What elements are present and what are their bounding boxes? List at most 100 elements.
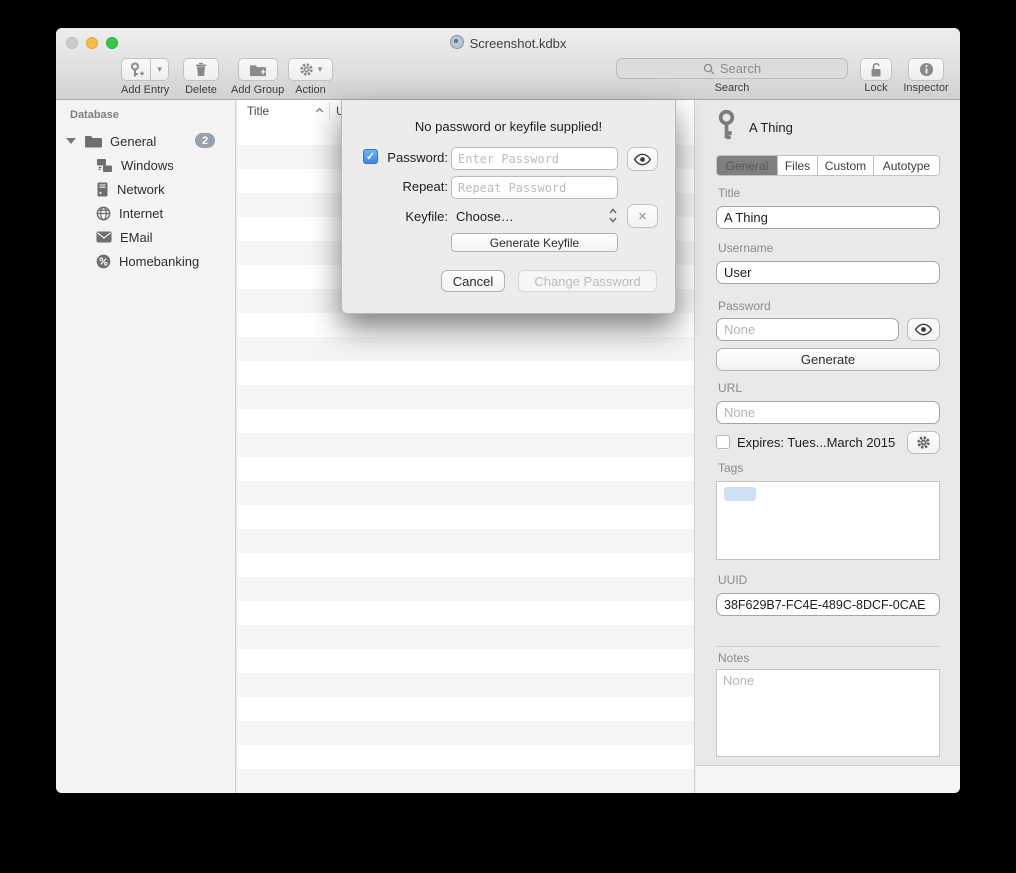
eye-icon	[633, 153, 652, 166]
window-header: Screenshot.kdbx ▾ Add Entry	[56, 28, 960, 100]
password-input[interactable]	[716, 318, 899, 341]
key-plus-icon	[129, 62, 144, 78]
inspector-footer	[696, 765, 960, 793]
notes-textarea[interactable]	[716, 669, 940, 757]
generate-keyfile-button[interactable]: Generate Keyfile	[451, 233, 618, 252]
stepper-icon[interactable]	[608, 207, 618, 224]
dialog-message: No password or keyfile supplied!	[342, 119, 675, 134]
dialog-repeat-input[interactable]	[451, 176, 618, 199]
entry-title: A Thing	[749, 120, 793, 135]
notes-label: Notes	[718, 651, 940, 665]
tag-token[interactable]	[724, 487, 756, 501]
expires-label: Expires: Tues...March 2015	[737, 435, 907, 450]
password-label: Password	[718, 299, 940, 313]
tab-autotype[interactable]: Autotype	[874, 156, 939, 175]
padlock-open-icon	[869, 62, 883, 78]
sidebar-item-label: Internet	[119, 206, 163, 221]
sidebar-item-windows[interactable]: Windows	[56, 153, 235, 177]
sort-ascending-icon	[315, 106, 324, 115]
add-group-button[interactable]	[238, 58, 278, 81]
tags-box[interactable]	[716, 481, 940, 560]
disclosure-triangle-icon[interactable]	[66, 138, 76, 144]
sidebar-section-header: Database	[70, 109, 235, 121]
server-icon	[96, 182, 109, 197]
folder-plus-icon	[249, 63, 266, 77]
sidebar-item-label: Homebanking	[119, 254, 199, 269]
sidebar-item-label: General	[110, 134, 156, 149]
window-title: Screenshot.kdbx	[56, 35, 960, 51]
chevron-down-icon: ▾	[318, 65, 323, 74]
search-input[interactable]: Search	[616, 58, 848, 79]
gear-icon	[299, 62, 314, 77]
generate-button[interactable]: Generate	[716, 348, 940, 371]
gear-icon	[916, 435, 931, 450]
eye-icon	[914, 323, 933, 336]
dialog-keyfile-label: Keyfile:	[342, 209, 448, 224]
sidebar-item-label: Windows	[121, 158, 174, 173]
trash-icon	[194, 62, 208, 77]
sidebar-item-email[interactable]: EMail	[56, 225, 235, 249]
username-input[interactable]	[716, 261, 940, 284]
inspector-tabs: General Files Custom Autotype	[716, 155, 940, 176]
cancel-button[interactable]: Cancel	[441, 270, 505, 292]
reveal-password-button[interactable]	[627, 147, 658, 171]
url-input[interactable]	[716, 401, 940, 424]
action-button[interactable]: ▾	[288, 58, 333, 81]
action-label: Action	[295, 84, 326, 96]
search-toolbar-label: Search	[616, 82, 848, 94]
search-icon	[703, 63, 715, 75]
add-entry-label: Add Entry	[121, 84, 169, 96]
chevron-down-icon: ▾	[157, 65, 162, 74]
app-window: Screenshot.kdbx ▾ Add Entry	[56, 28, 960, 793]
clear-keyfile-button[interactable]: ×	[627, 204, 658, 228]
inspector-button[interactable]	[908, 58, 944, 81]
delete-button[interactable]	[183, 58, 219, 81]
sidebar-item-label: Network	[117, 182, 165, 197]
change-password-button[interactable]: Change Password	[518, 270, 657, 292]
sidebar-item-general[interactable]: General 2	[56, 129, 235, 153]
sidebar: Database General 2 Windows	[56, 100, 236, 793]
title-label: Title	[718, 186, 940, 200]
dialog-repeat-label: Repeat:	[342, 179, 448, 194]
column-divider[interactable]	[329, 102, 330, 119]
sidebar-item-homebanking[interactable]: Homebanking	[56, 249, 235, 273]
envelope-icon	[96, 231, 112, 243]
reveal-password-button[interactable]	[907, 318, 940, 341]
add-entry-button[interactable]	[121, 58, 150, 81]
sidebar-item-internet[interactable]: Internet	[56, 201, 235, 225]
tags-label: Tags	[718, 461, 940, 475]
percent-icon	[96, 254, 111, 269]
info-icon	[919, 62, 934, 77]
window-title-text: Screenshot.kdbx	[470, 36, 567, 51]
entry-key-icon	[716, 110, 737, 145]
column-header-title[interactable]: Title	[247, 104, 269, 118]
windows-network-icon	[96, 158, 113, 173]
tab-files[interactable]: Files	[778, 156, 818, 175]
inspector-toolbar-label: Inspector	[896, 82, 956, 94]
search-placeholder: Search	[720, 61, 761, 76]
sidebar-item-network[interactable]: Network	[56, 177, 235, 201]
tab-custom[interactable]: Custom	[818, 156, 874, 175]
lock-button[interactable]	[860, 58, 892, 81]
tab-general[interactable]: General	[717, 156, 778, 175]
uuid-label: UUID	[718, 573, 940, 587]
keyfile-popup[interactable]: Choose…	[456, 209, 514, 224]
folder-icon	[84, 134, 102, 148]
entry-count-badge: 2	[195, 133, 215, 148]
add-group-label: Add Group	[231, 84, 284, 96]
document-proxy-icon[interactable]	[450, 35, 464, 49]
globe-icon	[96, 206, 111, 221]
title-input[interactable]	[716, 206, 940, 229]
dialog-password-input[interactable]	[451, 147, 618, 170]
uuid-input[interactable]	[716, 593, 940, 616]
x-icon: ×	[638, 208, 647, 225]
username-label: Username	[718, 241, 940, 255]
expires-options-button[interactable]	[907, 431, 940, 454]
change-password-dialog: No password or keyfile supplied! ✓ Passw…	[341, 100, 676, 314]
expires-checkbox[interactable]	[716, 435, 730, 449]
sidebar-item-label: EMail	[120, 230, 153, 245]
add-entry-dropdown-button[interactable]: ▾	[150, 58, 169, 81]
inspector-panel: A Thing General Files Custom Autotype Ti…	[696, 100, 960, 793]
delete-label: Delete	[185, 84, 217, 96]
dialog-password-label: Password:	[342, 150, 448, 165]
